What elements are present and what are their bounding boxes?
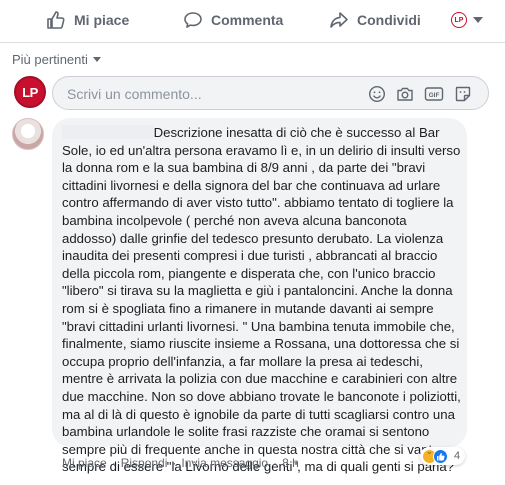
commenter-avatar[interactable]: [12, 118, 44, 150]
comment-line: finalmente, siamo riuscite insieme a Ros…: [62, 336, 460, 352]
svg-text:GIF: GIF: [429, 92, 440, 99]
comment-line: "libero" si tirava su la maglietta e giù…: [62, 283, 453, 299]
like-button[interactable]: Mi piace: [46, 10, 129, 30]
separator: ·: [172, 456, 177, 470]
separator: ·: [273, 456, 278, 470]
comment-sort-dropdown[interactable]: Più pertinenti: [12, 52, 101, 67]
like-label: Mi piace: [74, 12, 130, 28]
sort-label: Più pertinenti: [12, 52, 88, 67]
like-reaction-icon: [433, 448, 448, 464]
comment-input[interactable]: [65, 84, 359, 104]
comment-line: rom si è spogliata fino a rimanere in mu…: [62, 300, 434, 316]
comment-line: contro affermando di aver visto tutto". …: [62, 195, 454, 211]
comment-line: Sole, io ed un'altra persona eravamo lì …: [62, 142, 461, 158]
comment-text: Descrizione inesatta di ciò che è succes…: [62, 124, 462, 476]
comment-line: inaudita dei presenti compresi i due tur…: [62, 248, 438, 264]
chevron-down-icon: [473, 17, 483, 23]
comment-button[interactable]: Commenta: [183, 10, 283, 30]
comment-line: mentre è arrivata la polizia con due mac…: [62, 371, 458, 387]
comment-icon: [184, 12, 202, 28]
comment-line: della piccola rom, piangente e disperata…: [62, 265, 436, 281]
comment-line: bambina incolpevole ( perché non aveva a…: [62, 212, 407, 228]
comment-label: Commenta: [211, 12, 284, 28]
share-button[interactable]: Condividi: [329, 10, 421, 30]
thumbs-up-icon: [47, 11, 65, 29]
comment-reply-link[interactable]: Rispondi: [121, 456, 168, 470]
comment-line: addosso) dalle grinfie del tedesco presu…: [62, 230, 444, 246]
comment-like-link[interactable]: Mi piace: [62, 456, 107, 470]
sticker-icon[interactable]: [454, 85, 472, 103]
emoji-icon[interactable]: [368, 85, 386, 103]
gif-icon[interactable]: GIF: [424, 85, 444, 103]
comment-bubble: Descrizione inesatta di ciò che è succes…: [52, 118, 467, 474]
avatar: LP: [14, 76, 46, 108]
comment-line: occupa proprio dell'infanzia, a far moll…: [62, 353, 423, 369]
comment-line: la donna rom e la sua bambina di 8/9 ann…: [62, 160, 426, 176]
page-avatar-small: LP: [451, 12, 467, 28]
comment-line: Descrizione inesatta di ciò che è succes…: [62, 125, 440, 140]
comment-timestamp[interactable]: 8 h: [282, 456, 299, 470]
comment-line: bambina urlandole le solite frasi razzis…: [62, 424, 430, 440]
comment-line: "bravi cittadini urlanti livornesi. " Un…: [62, 318, 455, 334]
share-icon: [330, 12, 348, 28]
share-label: Condividi: [357, 12, 421, 28]
reaction-count: 4: [454, 450, 461, 462]
comment-actions: Mi piace · Rispondi · Invia messaggio · …: [62, 456, 299, 470]
reaction-summary[interactable]: ˘ 4: [420, 447, 466, 465]
separator: ·: [111, 456, 116, 470]
comment-composer[interactable]: GIF: [52, 76, 489, 110]
send-message-link[interactable]: Invia messaggio: [181, 456, 268, 470]
profile-switcher[interactable]: LP: [451, 12, 483, 28]
post-action-bar: Mi piace Commenta Condividi LP: [0, 0, 505, 43]
comment-line: due macchine. Non so dove abbiano trovat…: [62, 388, 461, 404]
comment-line: cittadini livornesi e della signora del …: [62, 177, 441, 193]
comment-line: ma al di là di questo è ignobile da part…: [62, 406, 455, 422]
camera-icon[interactable]: [396, 85, 414, 103]
chevron-down-icon: [92, 57, 101, 62]
